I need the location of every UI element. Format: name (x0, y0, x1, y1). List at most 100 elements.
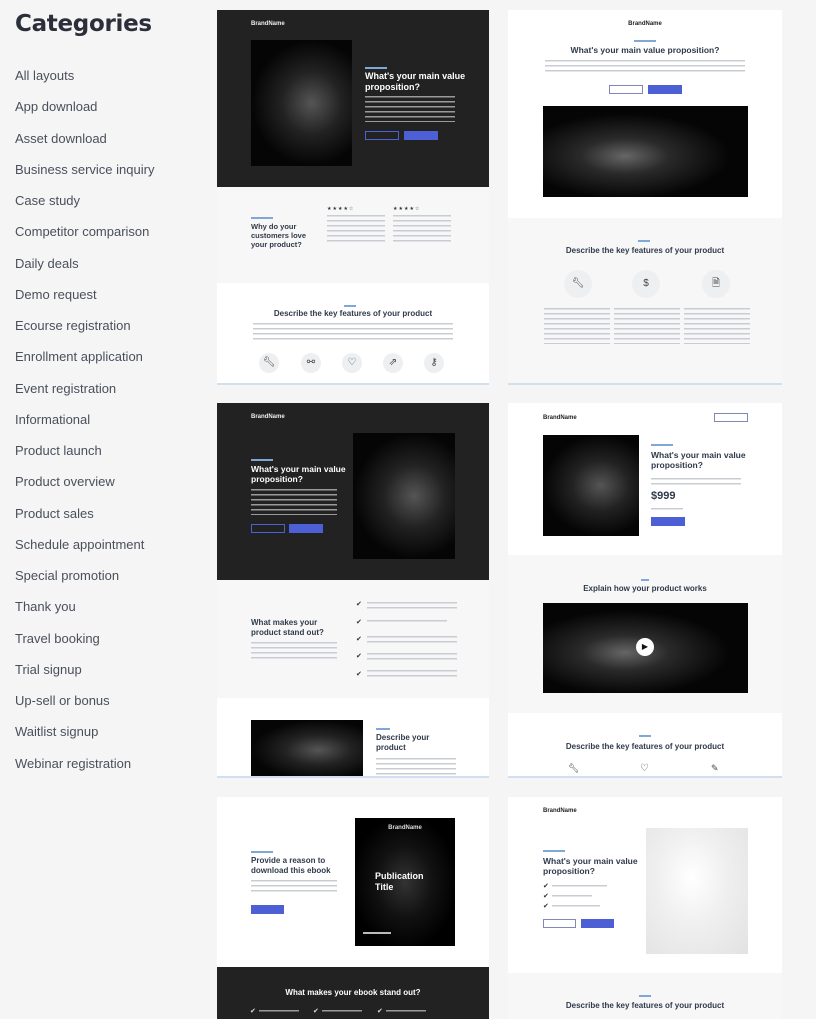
category-product-launch[interactable]: Product launch (15, 443, 102, 458)
category-app-download[interactable]: App download (15, 99, 97, 114)
cover-title: Publication Title (375, 871, 424, 892)
hero-heading: What's your main value proposition? (651, 450, 746, 471)
price-note (651, 508, 683, 510)
cover-brand: BrandName (388, 825, 422, 831)
category-all-layouts[interactable]: All layouts (15, 68, 74, 83)
category-travel-booking[interactable]: Travel booking (15, 631, 100, 646)
hero-heading: What's your main value proposition? (251, 464, 346, 485)
standout-section: What makes your ebook stand out? ✔ ✔ ✔ (217, 967, 489, 1019)
eyebrow (251, 459, 273, 461)
check-icon: ✔ (356, 671, 362, 678)
template-card-6[interactable]: BrandName What's your main value proposi… (508, 797, 782, 1019)
template-card-2[interactable]: BrandName What's your main value proposi… (508, 10, 782, 385)
template-card-5[interactable]: Provide a reason to download this ebook … (217, 797, 489, 1019)
standout-heading: What makes your ebook stand out? (285, 988, 421, 997)
brand-name: BrandName (543, 415, 577, 421)
template-card-3[interactable]: BrandName What's your main value proposi… (217, 403, 489, 778)
category-product-overview[interactable]: Product overview (15, 474, 115, 489)
header-button[interactable] (714, 413, 748, 422)
category-webinar-registration[interactable]: Webinar registration (15, 756, 131, 771)
secondary-cta-button[interactable] (543, 919, 576, 928)
category-thank-you[interactable]: Thank you (15, 599, 76, 614)
category-event-registration[interactable]: Event registration (15, 381, 116, 396)
check-icon: ✔ (250, 1008, 256, 1015)
reviews-heading: Why do your customers love your product? (251, 222, 307, 249)
list-text (367, 670, 457, 677)
list-text (259, 1010, 299, 1012)
category-up-sell-or-bonus[interactable]: Up-sell or bonus (15, 693, 110, 708)
category-schedule-appointment[interactable]: Schedule appointment (15, 537, 144, 552)
list-text (552, 895, 592, 897)
category-informational[interactable]: Informational (15, 412, 90, 427)
category-asset-download[interactable]: Asset download (15, 131, 107, 146)
eyebrow (344, 305, 356, 307)
price: $999 (651, 490, 676, 502)
eyebrow (365, 67, 387, 69)
categories-sidebar: Categories All layouts App download Asset … (0, 0, 200, 1019)
download-button[interactable] (251, 905, 284, 914)
cyclist-image (353, 433, 455, 559)
primary-cta-button[interactable] (581, 919, 614, 928)
primary-cta-button[interactable] (648, 85, 682, 94)
secondary-cta-button[interactable] (365, 131, 399, 140)
bike-image (543, 106, 748, 197)
primary-cta-button[interactable] (404, 131, 438, 140)
check-icon: ✔ (377, 1008, 383, 1015)
buy-button[interactable] (651, 517, 685, 526)
primary-cta-button[interactable] (289, 524, 323, 533)
secondary-cta-button[interactable] (251, 524, 285, 533)
eyebrow (639, 735, 651, 737)
category-case-study[interactable]: Case study (15, 193, 80, 208)
standout-section: What makes your product stand out? ✔ ✔ ✔… (217, 580, 489, 698)
body-text (251, 642, 337, 662)
ebook-hero-section: Provide a reason to download this ebook … (217, 797, 489, 967)
cyclist-image (251, 720, 363, 778)
category-ecourse-registration[interactable]: Ecourse registration (15, 318, 131, 333)
category-demo-request[interactable]: Demo request (15, 287, 97, 302)
features-section: Describe the key features of your produc… (217, 283, 489, 385)
wrench-icon: 🔧︎ (568, 763, 580, 773)
cover-author (363, 932, 391, 934)
check-icon: ✔ (356, 601, 362, 608)
features-section: Describe the key features of your produc… (508, 973, 782, 1019)
rating-stars: ★★★★☆ (393, 206, 421, 212)
features-heading: Describe the key features of your produc… (273, 309, 433, 318)
external-link-icon: ⇗ (383, 353, 403, 373)
describe-section: Describe your product (217, 698, 489, 778)
category-business-service-inquiry[interactable]: Business service inquiry (15, 162, 154, 177)
hero-heading: What's your main value proposition? (365, 71, 466, 92)
template-card-1[interactable]: BrandName What's your main value proposi… (217, 10, 489, 385)
category-competitor-comparison[interactable]: Competitor comparison (15, 224, 149, 239)
body-text (376, 758, 456, 778)
feature-text (684, 308, 750, 344)
category-special-promotion[interactable]: Special promotion (15, 568, 119, 583)
category-daily-deals[interactable]: Daily deals (15, 256, 79, 271)
template-card-4[interactable]: BrandName What's your main value proposi… (508, 403, 782, 778)
describe-heading: Describe your product (376, 733, 430, 752)
body-text (251, 880, 337, 894)
reviews-section: Why do your customers love your product?… (217, 187, 489, 283)
list-text (386, 1010, 426, 1012)
check-icon: ✔ (543, 903, 549, 910)
category-product-sales[interactable]: Product sales (15, 506, 94, 521)
play-icon[interactable]: ▶ (636, 638, 654, 656)
category-waitlist-signup[interactable]: Waitlist signup (15, 724, 98, 739)
eyebrow (641, 579, 649, 581)
wrench-icon: 🔧︎ (259, 353, 279, 373)
secondary-cta-button[interactable] (609, 85, 643, 94)
scroll-indicator (217, 383, 489, 385)
list-text (367, 620, 447, 623)
check-icon: ✔ (356, 653, 362, 660)
eyebrow (638, 240, 650, 242)
category-trial-signup[interactable]: Trial signup (15, 662, 82, 677)
category-enrollment-application[interactable]: Enrollment application (15, 349, 143, 364)
cyclist-image (543, 435, 639, 536)
eyebrow (634, 40, 656, 42)
scroll-indicator (508, 776, 782, 778)
eyebrow (651, 444, 673, 446)
how-it-works-section: Explain how your product works ▶ (508, 555, 782, 713)
heart-icon: ♡ (640, 763, 649, 774)
review-text (393, 215, 451, 243)
body-text (251, 489, 337, 515)
hero-section: BrandName What's your main value proposi… (217, 403, 489, 580)
